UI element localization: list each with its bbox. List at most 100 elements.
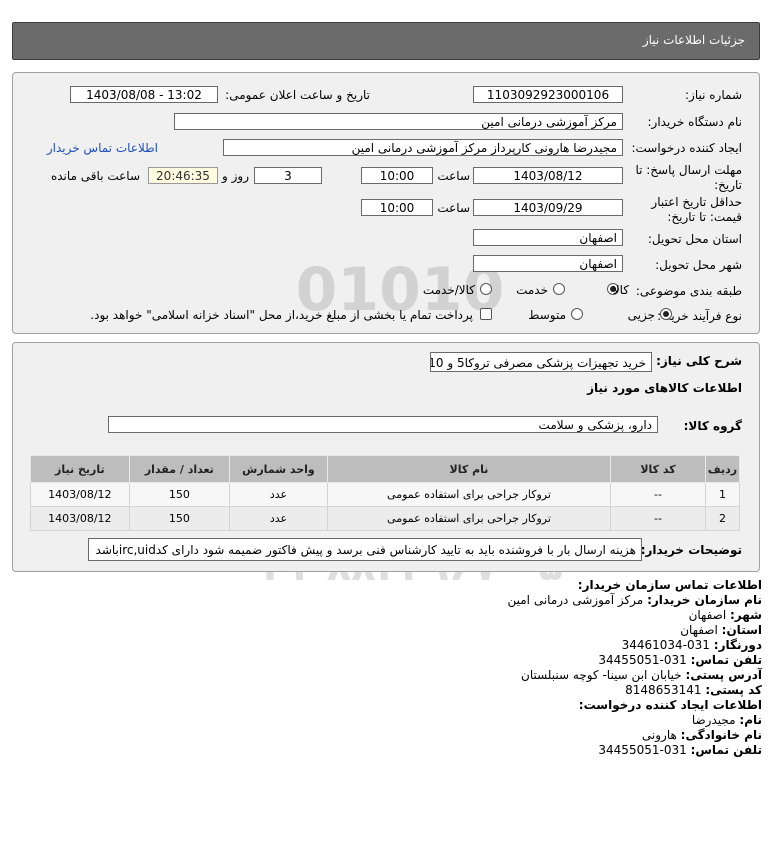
cell-qty: 150 <box>128 482 231 507</box>
deadline-time-label: ساعت <box>437 169 470 183</box>
cell-name: تروکار جراحی برای استفاده عمومی <box>326 482 612 507</box>
process-medium-radio[interactable] <box>571 308 583 320</box>
province-field[interactable]: اصفهان <box>473 229 623 246</box>
category-service-radio[interactable] <box>553 283 565 295</box>
col-name: نام کالا <box>326 455 612 483</box>
city-label: شهر محل تحویل: <box>655 258 742 272</box>
need-number-field[interactable]: 1103092923000106 <box>473 86 623 103</box>
items-table: تاریخ نیاز تعداد / مقدار واحد شمارش نام … <box>30 455 740 531</box>
contact-city-row: شهر: اصفهان <box>689 608 762 623</box>
postal-label: کد پستی: <box>705 683 762 697</box>
creator-last-name-row: نام خانوادگی: هارونی <box>642 728 762 743</box>
category-both-label: کالا/خدمت <box>422 283 475 297</box>
creator-phone-value: 031-34455051 <box>598 743 687 757</box>
address-value: خیابان ابن سینا- کوچه سنبلستان <box>521 668 682 682</box>
category-label: طبقه بندی موضوعی: <box>635 284 742 298</box>
last-name-value: هارونی <box>641 728 677 742</box>
col-index: ردیف <box>705 455 740 483</box>
need-number-label: شماره نیاز: <box>685 88 742 102</box>
contact-fax-row: دورنگار: 031-34461034 <box>622 638 762 653</box>
city-label-contact: شهر: <box>730 608 762 622</box>
contact-province-row: استان: اصفهان <box>680 623 762 638</box>
buyer-notes-field[interactable]: هزینه ارسال بار با فروشنده باید به تایید… <box>88 538 642 561</box>
announce-field[interactable]: 1403/08/08 - 13:02 <box>70 86 218 103</box>
contact-address-row: آدرس پستی: خیابان ابن سینا- کوچه سنبلستا… <box>521 668 762 683</box>
address-label: آدرس پستی: <box>685 668 762 682</box>
treasury-checkbox[interactable] <box>480 308 492 320</box>
cell-date: 1403/08/12 <box>30 482 130 507</box>
validity-label: حداقل تاریخ اعتبار قیمت: تا تاریخ: <box>651 195 742 224</box>
first-name-value: مجیدرضا <box>691 713 736 727</box>
creator-phone-label: تلفن تماس: <box>690 743 762 757</box>
contact-city: اصفهان <box>688 608 727 622</box>
summary-label: شرح کلی نیاز: <box>656 354 742 368</box>
page-title: جزئیات اطلاعات نیاز <box>642 33 745 47</box>
last-name-label: نام خانوادگی: <box>680 728 762 742</box>
goods-info-title: اطلاعات کالاهای مورد نیاز <box>587 381 742 395</box>
province-label-contact: استان: <box>721 623 762 637</box>
cell-index: 2 <box>705 506 740 531</box>
days-field[interactable]: 3 <box>254 167 322 184</box>
summary-field[interactable]: خرید تجهیزات پزشکی مصرفی تروکا5 و 10 <box>430 352 652 372</box>
validity-time-label: ساعت <box>437 201 470 215</box>
process-medium-label: متوسط <box>528 308 566 322</box>
process-minor-radio[interactable] <box>660 308 672 320</box>
deadline-time-field[interactable]: 10:00 <box>361 167 433 184</box>
province-label: استان محل تحویل: <box>647 232 742 246</box>
category-goods-label: کالا <box>612 283 629 297</box>
table-row: 1403/08/12 150 عدد تروکار جراحی برای است… <box>30 482 740 507</box>
buyer-notes-label: توضیحات خریدار: <box>640 543 742 557</box>
phone-label: تلفن تماس: <box>690 653 762 667</box>
first-name-label: نام: <box>739 713 762 727</box>
cell-unit: عدد <box>229 482 328 507</box>
buyer-name-label: نام دستگاه خریدار: <box>647 115 743 129</box>
cell-unit: عدد <box>229 506 328 531</box>
process-minor-label: جزیی <box>627 308 655 322</box>
deadline-date-field[interactable]: 1403/08/12 <box>473 167 623 184</box>
col-code: کد کالا <box>609 455 707 483</box>
table-header-row: تاریخ نیاز تعداد / مقدار واحد شمارش نام … <box>30 455 740 483</box>
postal-value: 8148653141 <box>625 683 702 697</box>
col-unit: واحد شمارش <box>229 455 328 483</box>
creator-info-title: اطلاعات ایجاد کننده درخواست: <box>578 698 762 712</box>
remaining-label: ساعت باقی مانده <box>50 169 140 183</box>
validity-date-field[interactable]: 1403/09/29 <box>473 199 623 216</box>
buyer-name-field[interactable]: مرکز آموزشی درمانی امین <box>174 113 623 130</box>
deadline-label: مهلت ارسال پاسخ: تا تاریخ: <box>635 163 742 192</box>
phone-value: 031-34455051 <box>598 653 687 667</box>
fax-value: 031-34461034 <box>621 638 710 652</box>
org-name: مرکز آموزشی درمانی امین <box>507 593 644 607</box>
goods-group-field[interactable]: دارو، پزشکی و سلامت <box>108 416 658 433</box>
contact-province: اصفهان <box>680 623 718 637</box>
city-field[interactable]: اصفهان <box>473 255 623 272</box>
contact-org-row: نام سازمان خریدار: مرکز آموزشی درمانی ام… <box>508 593 763 608</box>
validity-time-field[interactable]: 10:00 <box>361 199 433 216</box>
remaining-timer: 20:46:35 <box>148 167 218 184</box>
creator-phone-row: تلفن تماس: 031-34455051 <box>598 743 762 758</box>
category-both-radio[interactable] <box>480 283 492 295</box>
goods-group-label: گروه کالا: <box>683 419 742 433</box>
page-header: جزئیات اطلاعات نیاز <box>12 22 760 60</box>
category-service-label: خدمت <box>516 283 548 297</box>
cell-index: 1 <box>705 482 740 507</box>
col-qty: تعداد / مقدار <box>128 455 231 483</box>
cell-code: -- <box>609 506 707 531</box>
announce-label: تاریخ و ساعت اعلان عمومی: <box>225 88 370 102</box>
creator-first-name-row: نام: مجیدرضا <box>692 713 762 728</box>
org-name-label: نام سازمان خریدار: <box>647 593 762 607</box>
creator-label: ایجاد کننده درخواست: <box>631 141 742 155</box>
creator-field[interactable]: مجیدرضا هارونی کارپرداز مرکز آموزشی درما… <box>223 139 623 156</box>
treasury-note: پرداخت تمام یا بخشی از مبلغ خرید،از محل … <box>90 308 473 322</box>
contact-postal-row: کد پستی: 8148653141 <box>625 683 762 698</box>
fax-label: دورنگار: <box>713 638 762 652</box>
cell-date: 1403/08/12 <box>30 506 130 531</box>
col-date: تاریخ نیاز <box>30 455 130 483</box>
table-row: 1403/08/12 150 عدد تروکار جراحی برای است… <box>30 506 740 531</box>
cell-code: -- <box>609 482 707 507</box>
contact-title: اطلاعات تماس سازمان خریدار: <box>577 578 762 592</box>
days-label: روز و <box>222 169 249 183</box>
contact-info-link[interactable]: اطلاعات تماس خریدار <box>47 141 158 155</box>
cell-name: تروکار جراحی برای استفاده عمومی <box>326 506 612 531</box>
cell-qty: 150 <box>128 506 231 531</box>
contact-phone-row: تلفن تماس: 031-34455051 <box>598 653 762 668</box>
